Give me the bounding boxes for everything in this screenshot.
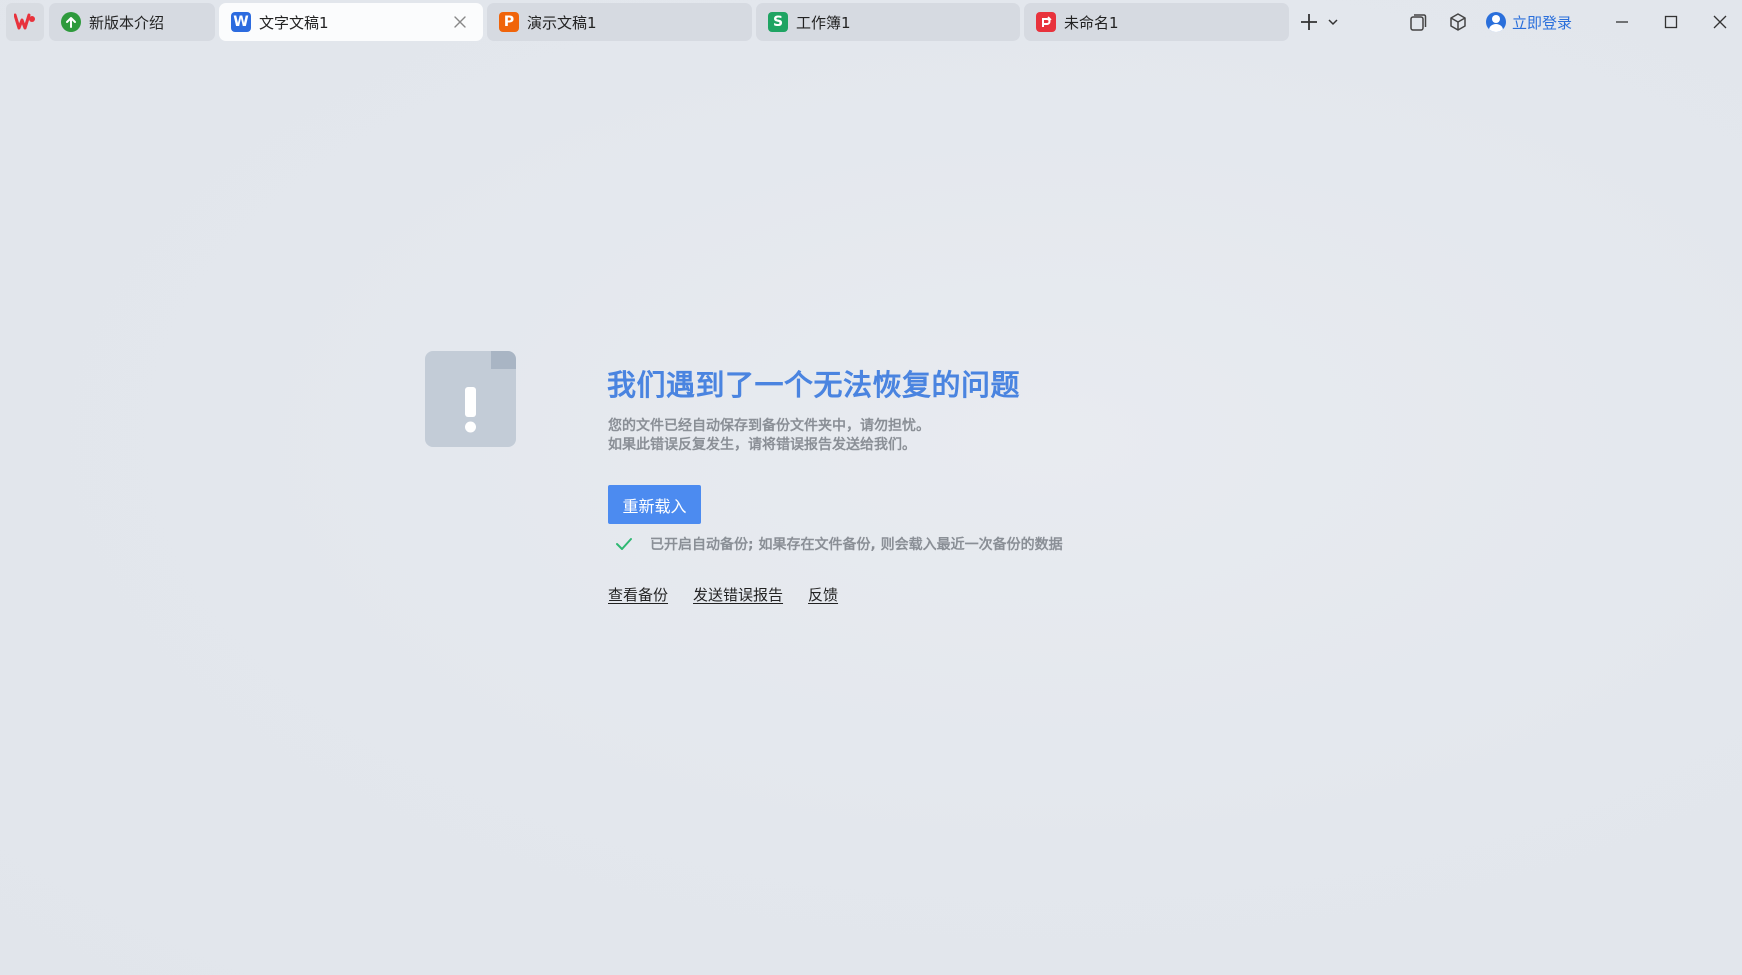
wps-logo-button[interactable] [6, 3, 44, 41]
close-window-button[interactable] [1710, 12, 1730, 32]
tab-label: 演示文稿1 [527, 13, 597, 32]
send-error-report-link[interactable]: 发送错误报告 [693, 584, 783, 605]
check-icon [616, 538, 632, 550]
view-backup-link[interactable]: 查看备份 [608, 584, 668, 605]
login-button[interactable]: 立即登录 [1486, 10, 1572, 34]
error-desc-line-2: 如果此错误反复发生，请将错误报告发送给我们。 [608, 437, 916, 453]
spreadsheet-icon: S [768, 12, 788, 32]
error-desc-line-1: 您的文件已经自动保存到备份文件夹中，请勿担忧。 [608, 418, 930, 434]
tab-list-dropdown[interactable] [1324, 14, 1342, 30]
error-document-icon [425, 351, 516, 447]
feedback-link[interactable]: 反馈 [808, 584, 838, 605]
auto-backup-text: 已开启自动备份; 如果存在文件备份, 则会载入最近一次备份的数据 [650, 537, 1063, 553]
tab-label: 文字文稿1 [259, 13, 329, 32]
tab-pdf[interactable]: 未命名1 [1024, 3, 1289, 41]
writer-doc-icon: W [231, 12, 251, 32]
minimize-button[interactable] [1612, 12, 1632, 32]
title-bar: 新版本介绍 W 文字文稿1 P 演示文稿1 S 工作簿1 未命名1 立即登录 [0, 0, 1742, 44]
maximize-icon [1664, 15, 1678, 29]
chevron-down-icon [1328, 19, 1338, 26]
error-description: 您的文件已经自动保存到备份文件夹中，请勿担忧。 如果此错误反复发生，请将错误报告… [608, 417, 930, 455]
app-center-button[interactable] [1447, 11, 1469, 33]
wps-window: 新版本介绍 W 文字文稿1 P 演示文稿1 S 工作簿1 未命名1 立即登录 我… [0, 0, 1742, 975]
close-icon [1713, 15, 1727, 29]
action-links: 查看备份 发送错误报告 反馈 [608, 584, 863, 605]
tab-label: 未命名1 [1064, 13, 1119, 32]
new-tab-button[interactable] [1298, 11, 1320, 33]
error-title: 我们遇到了一个无法恢复的问题 [607, 368, 1021, 402]
minimize-icon [1616, 21, 1628, 23]
cube-icon [1450, 13, 1466, 31]
presentation-icon: P [499, 12, 519, 32]
tab-label: 工作簿1 [796, 13, 851, 32]
auto-backup-note: 已开启自动备份; 如果存在文件备份, 则会载入最近一次备份的数据 [614, 534, 1063, 554]
close-tab-icon[interactable] [451, 13, 469, 31]
plus-icon [1301, 14, 1317, 30]
pdf-icon [1036, 12, 1056, 32]
login-label: 立即登录 [1512, 13, 1573, 32]
windows-stack-icon [1410, 14, 1427, 31]
tab-presentation[interactable]: P 演示文稿1 [487, 3, 752, 41]
tab-writer-doc[interactable]: W 文字文稿1 [219, 3, 483, 41]
upgrade-icon [61, 12, 81, 32]
maximize-button[interactable] [1661, 12, 1681, 32]
avatar-icon [1486, 12, 1506, 32]
wps-logo-icon [14, 13, 35, 30]
window-switch-button[interactable] [1407, 11, 1429, 33]
reload-button[interactable]: 重新载入 [608, 485, 701, 524]
tab-label: 新版本介绍 [89, 13, 165, 32]
tab-spreadsheet[interactable]: S 工作簿1 [756, 3, 1020, 41]
tab-new-version[interactable]: 新版本介绍 [49, 3, 215, 41]
